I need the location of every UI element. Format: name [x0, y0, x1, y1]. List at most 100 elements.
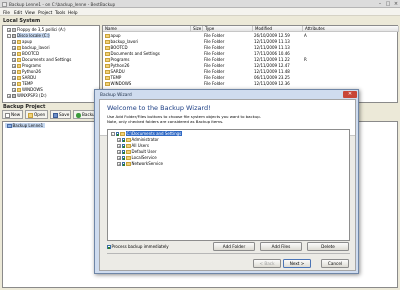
- expand-icon[interactable]: +: [12, 88, 16, 92]
- menu-help[interactable]: Help: [68, 10, 78, 15]
- back-button[interactable]: < Back: [253, 259, 281, 268]
- tree-item[interactable]: + WINXPSP3 (D:): [7, 93, 47, 98]
- separator: [107, 253, 350, 254]
- expand-icon[interactable]: +: [12, 58, 16, 62]
- expand-icon[interactable]: +: [12, 64, 16, 68]
- tree-item[interactable]: + SARDU: [12, 75, 36, 80]
- welcome-heading: Welcome to the Backup Wizard!: [107, 103, 211, 112]
- expand-icon[interactable]: +: [117, 138, 121, 142]
- folder-icon: [16, 88, 21, 92]
- expand-icon[interactable]: +: [12, 70, 16, 74]
- expand-icon[interactable]: +: [117, 144, 121, 148]
- project-item[interactable]: Backup Lenne1: [5, 123, 46, 128]
- expand-icon[interactable]: +: [117, 150, 121, 154]
- tree-item[interactable]: + TEMP: [12, 81, 33, 86]
- folder-icon: [126, 162, 131, 166]
- expand-icon[interactable]: +: [12, 40, 16, 44]
- tree-root-item[interactable]: - C:\Documents and Settings: [111, 131, 183, 136]
- tree-item[interactable]: + Administrator: [117, 137, 159, 142]
- expand-icon[interactable]: +: [12, 82, 16, 86]
- menu-project[interactable]: Project: [38, 10, 52, 15]
- delete-button[interactable]: Delete: [307, 241, 349, 251]
- expand-icon[interactable]: +: [12, 52, 16, 56]
- cancel-button[interactable]: Cancel: [321, 259, 349, 268]
- menu-edit[interactable]: Edit: [14, 10, 22, 15]
- column-header-size[interactable]: Size: [191, 26, 203, 32]
- save-icon: [53, 113, 58, 118]
- folder-icon: [105, 40, 110, 44]
- save-button[interactable]: Save: [50, 110, 71, 119]
- menu-view[interactable]: View: [25, 10, 35, 15]
- tree-item[interactable]: + BOOTCD: [12, 51, 39, 56]
- item-checkbox[interactable]: [121, 156, 125, 160]
- folder-icon: [105, 76, 110, 80]
- drive-icon: [11, 34, 16, 38]
- item-checkbox[interactable]: [121, 150, 125, 154]
- menu-tools[interactable]: Tools: [55, 10, 65, 15]
- process-immediately-checkbox[interactable]: [107, 245, 111, 249]
- tree-item[interactable]: + NetworkService: [117, 161, 163, 166]
- folder-icon: [16, 46, 21, 50]
- column-header-name[interactable]: Name: [103, 26, 191, 32]
- tree-item[interactable]: + Programs: [12, 63, 41, 68]
- folder-icon: [126, 138, 131, 142]
- description-line: Note, only checked folders are considere…: [107, 119, 224, 124]
- folder-icon: [105, 70, 110, 74]
- item-checkbox[interactable]: [115, 132, 119, 136]
- local-system-title: Local System: [3, 18, 41, 24]
- tree-item[interactable]: + apup: [12, 39, 32, 44]
- collapse-icon[interactable]: -: [111, 132, 115, 136]
- folder-icon: [126, 150, 131, 154]
- expand-icon[interactable]: +: [117, 162, 121, 166]
- item-checkbox[interactable]: [121, 138, 125, 142]
- folder-icon: [16, 40, 21, 44]
- app-icon: [2, 1, 7, 7]
- maximize-icon[interactable]: □: [384, 1, 392, 7]
- tree-item[interactable]: + Default User: [117, 149, 157, 154]
- column-header-type[interactable]: Type: [203, 26, 253, 32]
- tree-item[interactable]: + Documents and Settings: [12, 57, 71, 62]
- tree-item[interactable]: + WINDOWS: [12, 87, 43, 92]
- folder-icon: [16, 58, 21, 62]
- item-checkbox[interactable]: [121, 144, 125, 148]
- expand-icon[interactable]: +: [7, 28, 11, 32]
- add-folder-button[interactable]: Add Folder: [213, 241, 255, 251]
- item-checkbox[interactable]: [121, 162, 125, 166]
- folder-tree-panel: + Floppy de 3,5 pollici (A:) - Disco local…: [2, 25, 100, 103]
- backup-items-tree: - C:\Documents and Settings + Administrato…: [107, 129, 350, 241]
- tree-item-selected[interactable]: - Disco locale (C:): [7, 33, 50, 38]
- next-button[interactable]: Next >: [283, 259, 311, 268]
- dialog-body: Welcome to the Backup Wizard! Use Add Fo…: [99, 99, 356, 271]
- tree-item[interactable]: + LocalService: [117, 155, 157, 160]
- tree-item[interactable]: + Python26: [12, 69, 41, 74]
- expand-icon[interactable]: +: [117, 156, 121, 160]
- menu-file[interactable]: File: [3, 10, 10, 15]
- folder-icon: [16, 82, 21, 86]
- minimize-icon[interactable]: –: [376, 1, 384, 7]
- close-icon[interactable]: ✕: [343, 91, 357, 98]
- tree-item[interactable]: + All Users: [117, 143, 149, 148]
- folder-icon: [105, 52, 110, 56]
- add-files-button[interactable]: Add Files: [260, 241, 302, 251]
- new-button[interactable]: New: [2, 110, 23, 119]
- folder-icon: [16, 70, 21, 74]
- expand-icon[interactable]: +: [7, 94, 11, 98]
- column-header-attributes[interactable]: Attributes: [303, 26, 399, 32]
- backup-icon: [76, 113, 81, 118]
- folder-icon: [126, 156, 131, 160]
- folder-icon: [120, 132, 125, 136]
- collapse-icon[interactable]: -: [7, 34, 11, 38]
- column-header-modified[interactable]: Modified: [253, 26, 303, 32]
- open-icon: [28, 113, 33, 118]
- expand-icon[interactable]: +: [12, 76, 16, 80]
- open-button[interactable]: Open: [25, 110, 48, 119]
- expand-icon[interactable]: +: [12, 46, 16, 50]
- tree-item[interactable]: + backup_lavori: [12, 45, 50, 50]
- tree-item[interactable]: + Floppy de 3,5 pollici (A:): [7, 27, 66, 32]
- close-window-icon[interactable]: ×: [392, 1, 400, 7]
- folder-icon: [105, 34, 110, 38]
- process-immediately-option[interactable]: Process backup immediately: [107, 244, 169, 249]
- folder-icon: [105, 82, 110, 86]
- folder-icon: [16, 64, 21, 68]
- floppy-icon: [11, 28, 16, 32]
